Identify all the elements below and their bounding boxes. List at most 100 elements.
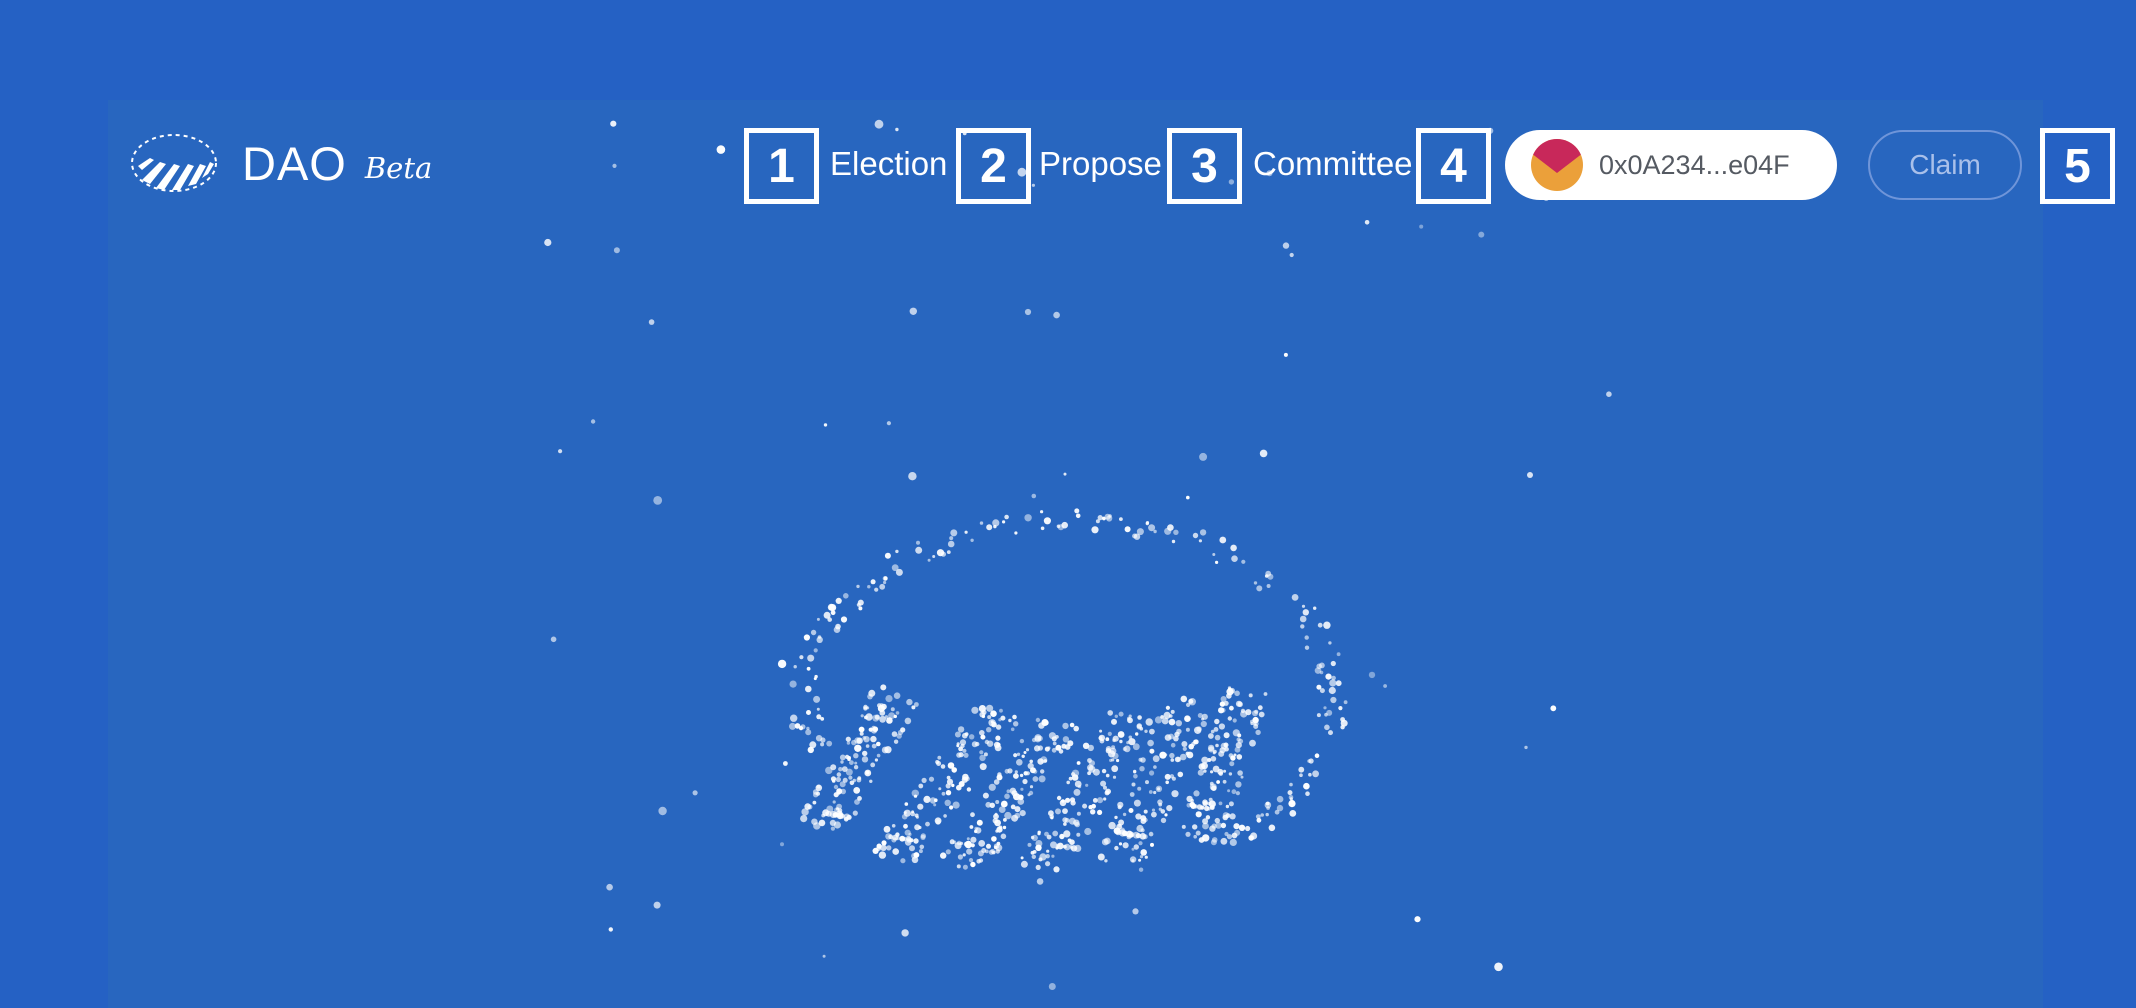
hero-particle bbox=[865, 744, 870, 748]
wallet-button[interactable]: 0x0A234...e04F bbox=[1505, 130, 1837, 200]
hero-particle bbox=[1023, 751, 1027, 754]
star-dot bbox=[1419, 224, 1424, 229]
hero-particle bbox=[1139, 855, 1144, 859]
hero-particle bbox=[1298, 766, 1305, 773]
hero-particle bbox=[1140, 818, 1147, 824]
hero-particle bbox=[1097, 853, 1105, 861]
nav-election-link[interactable]: Election bbox=[830, 142, 947, 186]
hero-particle bbox=[1287, 790, 1293, 796]
hero-particle bbox=[1034, 745, 1041, 752]
hero-particle bbox=[1152, 755, 1160, 763]
hero-particle bbox=[900, 727, 906, 733]
hero-particle bbox=[943, 814, 947, 818]
hero-particle bbox=[1069, 722, 1075, 728]
hero-particle bbox=[1047, 746, 1051, 750]
hero-particle bbox=[851, 739, 857, 746]
star-dot bbox=[608, 927, 613, 932]
hero-particle bbox=[805, 729, 812, 736]
hero-particle bbox=[1027, 793, 1031, 797]
hero-particle bbox=[1312, 770, 1319, 778]
hero-particle bbox=[1048, 810, 1054, 817]
hero-particle bbox=[1097, 809, 1103, 815]
hero-particle bbox=[1004, 514, 1009, 520]
hero-particle bbox=[1066, 780, 1070, 785]
hero-particle bbox=[1035, 844, 1042, 851]
hero-particle bbox=[1214, 734, 1221, 741]
hero-particle bbox=[877, 704, 885, 713]
hero-particle bbox=[1218, 723, 1225, 730]
hero-particle bbox=[1107, 710, 1113, 716]
hero-particle bbox=[1099, 729, 1103, 733]
hero-particle bbox=[1062, 722, 1069, 730]
hero-particle bbox=[1276, 804, 1284, 812]
hero-particle bbox=[945, 849, 951, 855]
hero-particle bbox=[903, 809, 911, 817]
star-dot bbox=[822, 954, 826, 958]
star-dot bbox=[1606, 391, 1612, 398]
hero-particle bbox=[814, 674, 818, 679]
hero-particle bbox=[1103, 785, 1107, 790]
hero-particle bbox=[969, 825, 974, 829]
hero-particle bbox=[1266, 806, 1270, 810]
hero-particle bbox=[872, 847, 879, 854]
hero-particle bbox=[1147, 739, 1154, 747]
hero-particle bbox=[1265, 570, 1272, 577]
hero-particle bbox=[1084, 827, 1092, 836]
hero-particle bbox=[1002, 520, 1006, 524]
hero-particle bbox=[846, 814, 852, 820]
hero-particle bbox=[830, 776, 837, 782]
nav-propose-link[interactable]: Propose bbox=[1039, 142, 1162, 186]
hero-particle bbox=[1096, 797, 1104, 804]
hero-particle bbox=[1202, 800, 1208, 807]
claim-button[interactable]: Claim bbox=[1868, 130, 2022, 200]
hero-particle bbox=[1133, 844, 1139, 850]
hero-particle bbox=[876, 741, 881, 747]
hero-particle bbox=[1188, 743, 1194, 750]
hero-particle bbox=[1014, 806, 1021, 813]
star-dot bbox=[610, 120, 617, 127]
hero-particle bbox=[1137, 715, 1142, 720]
hero-particle bbox=[879, 583, 886, 590]
hero-particle bbox=[1153, 765, 1157, 769]
hero-particle bbox=[940, 764, 946, 769]
hero-particle bbox=[958, 781, 965, 787]
hero-particle bbox=[1192, 532, 1199, 539]
hero-particle bbox=[1305, 791, 1310, 796]
brand-logo[interactable]: DAO Beta bbox=[128, 130, 432, 196]
hero-particle bbox=[1198, 837, 1205, 843]
hero-particle bbox=[900, 858, 906, 864]
hero-particle bbox=[1289, 810, 1297, 817]
hero-particle bbox=[1253, 722, 1257, 726]
hero-particle bbox=[839, 781, 846, 788]
hero-particle bbox=[918, 783, 924, 789]
hero-particle bbox=[1034, 735, 1042, 743]
hero-particle bbox=[853, 765, 859, 770]
hero-particle bbox=[1223, 732, 1230, 739]
hero-particle bbox=[1016, 759, 1023, 766]
hero-particle bbox=[913, 838, 919, 844]
hero-particle bbox=[853, 787, 861, 794]
hero-particle bbox=[957, 726, 965, 733]
hero-particle bbox=[835, 597, 842, 604]
star-dot bbox=[558, 449, 563, 454]
hero-particle bbox=[1299, 773, 1303, 777]
hero-particle bbox=[1218, 801, 1223, 806]
star-dot bbox=[1186, 495, 1190, 500]
hero-particle bbox=[949, 805, 954, 810]
hero-particle bbox=[933, 803, 937, 807]
hero-particle bbox=[833, 784, 839, 790]
hero-particle bbox=[993, 524, 997, 529]
hero-particle bbox=[978, 858, 984, 863]
hero-particle bbox=[1009, 787, 1017, 794]
star-dot bbox=[1048, 983, 1056, 990]
hero-particle bbox=[1103, 797, 1107, 801]
hero-particle bbox=[925, 821, 930, 827]
hero-particle bbox=[970, 843, 975, 848]
hero-particle bbox=[1237, 770, 1243, 776]
wallet-address: 0x0A234...e04F bbox=[1599, 149, 1790, 180]
hero-particle bbox=[913, 794, 918, 798]
nav-committee-link[interactable]: Committee bbox=[1253, 142, 1413, 186]
hero-particle bbox=[879, 715, 886, 723]
hero-particle bbox=[1193, 790, 1200, 797]
hero-particle bbox=[1040, 510, 1044, 514]
